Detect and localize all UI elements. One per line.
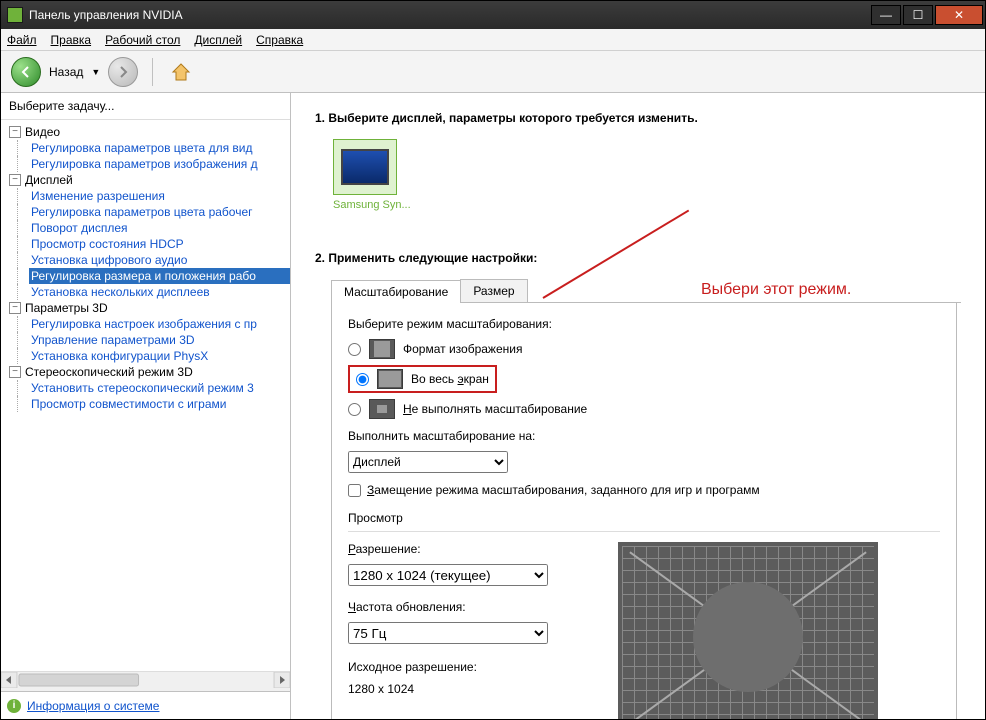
scaling-mode-label: Выберите режим масштабирования: <box>348 317 940 331</box>
radio-aspect[interactable] <box>348 343 361 356</box>
task-title: Выберите задачу... <box>1 93 290 120</box>
back-label: Назад <box>49 65 83 79</box>
tab-body-scaling: Выберите режим масштабирования: Формат и… <box>331 303 957 719</box>
info-icon: i <box>7 699 21 713</box>
resolution-select[interactable]: 1280 x 1024 (текущее) <box>348 564 548 586</box>
tree-group-display[interactable]: −Дисплей <box>7 172 290 188</box>
preview-label: Просмотр <box>348 511 940 525</box>
tree-item[interactable]: Изменение разрешения <box>29 188 290 204</box>
close-button[interactable]: ✕ <box>935 5 983 25</box>
tab-scaling[interactable]: Масштабирование <box>331 280 461 303</box>
tree-item[interactable]: Регулировка настроек изображения с пр <box>29 316 290 332</box>
maximize-button[interactable]: ☐ <box>903 5 933 25</box>
content-pane: 1. Выберите дисплей, параметры которого … <box>291 93 985 719</box>
native-value: 1280 x 1024 <box>348 682 578 696</box>
tree-item[interactable]: Управление параметрами 3D <box>29 332 290 348</box>
sidebar: Выберите задачу... −Видео Регулировка па… <box>1 93 291 719</box>
menu-display[interactable]: Дисплей <box>194 33 242 47</box>
tree-item[interactable]: Регулировка параметров изображения д <box>29 156 290 172</box>
radio-none[interactable] <box>348 403 361 416</box>
display-selector[interactable]: Samsung Syn... <box>333 139 411 211</box>
tree-item[interactable]: Просмотр совместимости с играми <box>29 396 290 412</box>
native-label: Исходное разрешение: <box>348 660 578 674</box>
horizontal-scrollbar[interactable] <box>1 671 290 691</box>
home-button[interactable] <box>167 58 195 86</box>
menu-help[interactable]: Справка <box>256 33 303 47</box>
preview-pane <box>618 542 878 719</box>
app-window: Панель управления NVIDIA — ☐ ✕ Файл Прав… <box>0 0 986 720</box>
task-tree: −Видео Регулировка параметров цвета для … <box>1 120 290 671</box>
back-dropdown[interactable]: ▼ <box>91 67 100 77</box>
resolution-label: Разрешение: <box>348 542 578 556</box>
scaling-aspect-icon <box>369 339 395 359</box>
monitor-icon <box>333 139 397 195</box>
tree-item[interactable]: Установить стереоскопический режим 3 <box>29 380 290 396</box>
override-checkbox[interactable] <box>348 484 361 497</box>
tab-strip: Масштабирование Размер <box>331 279 961 303</box>
tree-item[interactable]: Установка конфигурации PhysX <box>29 348 290 364</box>
step2-title: 2. Применить следующие настройки: <box>315 251 961 265</box>
tree-item[interactable]: Поворот дисплея <box>29 220 290 236</box>
tree-item[interactable]: Просмотр состояния HDCP <box>29 236 290 252</box>
window-title: Панель управления NVIDIA <box>29 8 183 22</box>
back-button[interactable] <box>11 57 41 87</box>
override-label: Замещение режима масштабирования, заданн… <box>367 483 760 497</box>
scaling-full-icon <box>377 369 403 389</box>
menu-file[interactable]: Файл <box>7 33 37 47</box>
radio-full-label: Во весь экран <box>411 372 489 386</box>
annotation-highlight-box: Во весь экран <box>348 365 497 393</box>
tree-item[interactable]: Установка цифрового аудио <box>29 252 290 268</box>
radio-aspect-row: Формат изображения <box>348 339 940 359</box>
monitor-label: Samsung Syn... <box>333 199 411 211</box>
system-info-bar: i Информация о системе <box>1 691 290 719</box>
radio-aspect-label: Формат изображения <box>403 342 522 356</box>
menu-edit[interactable]: Правка <box>51 33 92 47</box>
tree-item[interactable]: Регулировка параметров цвета для вид <box>29 140 290 156</box>
forward-button[interactable] <box>108 57 138 87</box>
system-info-link[interactable]: Информация о системе <box>27 699 159 713</box>
tree-group-video[interactable]: −Видео <box>7 124 290 140</box>
tree-group-stereo[interactable]: −Стереоскопический режим 3D <box>7 364 290 380</box>
nvidia-icon <box>7 7 23 23</box>
minimize-button[interactable]: — <box>871 5 901 25</box>
tree-item[interactable]: Регулировка параметров цвета рабочег <box>29 204 290 220</box>
tree-group-3d[interactable]: −Параметры 3D <box>7 300 290 316</box>
radio-none-label: Не выполнять масштабирование <box>403 402 587 416</box>
scale-on-label: Выполнить масштабирование на: <box>348 429 940 443</box>
refresh-select[interactable]: 75 Гц <box>348 622 548 644</box>
menu-desktop[interactable]: Рабочий стол <box>105 33 180 47</box>
refresh-label: Частота обновления: <box>348 600 578 614</box>
radio-full[interactable] <box>356 373 369 386</box>
annotation-text: Выбери этот режим. <box>701 281 851 299</box>
menubar: Файл Правка Рабочий стол Дисплей Справка <box>1 29 985 51</box>
radio-none-row: Не выполнять масштабирование <box>348 399 940 419</box>
tree-item[interactable]: Установка нескольких дисплеев <box>29 284 290 300</box>
tab-size[interactable]: Размер <box>460 279 527 302</box>
step1-title: 1. Выберите дисплей, параметры которого … <box>315 111 961 125</box>
toolbar: Назад ▼ <box>1 51 985 93</box>
titlebar: Панель управления NVIDIA — ☐ ✕ <box>1 1 985 29</box>
radio-full-row: Во весь экран <box>348 365 940 393</box>
scale-on-select[interactable]: Дисплей <box>348 451 508 473</box>
scaling-none-icon <box>369 399 395 419</box>
tree-item-selected[interactable]: Регулировка размера и положения рабо <box>29 268 290 284</box>
